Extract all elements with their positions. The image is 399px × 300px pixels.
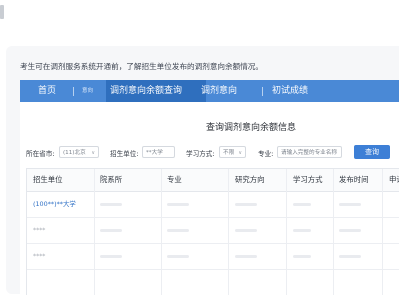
col-header-apply: 申请 [389,175,399,184]
nav-divider [73,87,74,96]
blurred-cell [100,203,122,206]
blurred-cell [293,255,311,258]
search-button[interactable]: 查询 [354,145,390,159]
blurred-cell [339,203,361,206]
col-header-major: 专业 [167,175,182,184]
table-row: **** [27,218,399,244]
blurred-cell [293,203,311,206]
top-edge-marker [0,5,4,19]
nav-balance-query[interactable]: 调剂意向余额查询 [110,80,182,102]
nav-initial-scores[interactable]: 初试成绩 [272,80,308,102]
unit-link[interactable]: (100**)**大学 [33,192,76,217]
blurred-cell [235,255,257,258]
blurred-cell [100,229,122,232]
table-row: **** [27,244,399,270]
blurred-cell [293,229,311,232]
nav-home[interactable]: 首页 [38,80,56,102]
top-nav: 首页 意向 调剂意向余额查询 调剂意向 初试成绩 [20,80,399,102]
col-header-publish-time: 发布时间 [339,175,369,184]
major-label: 专业: [258,150,274,158]
province-select[interactable]: (11)北京 ∨ [59,146,99,158]
mode-value: 不限 [223,150,235,156]
blurred-cell [167,255,189,258]
province-value: (11)北京 [63,150,86,156]
nav-intent[interactable]: 调剂意向 [201,80,237,102]
chevron-down-icon: ∨ [91,150,95,156]
panel-title: 查询调剂意向余额信息 [205,123,296,133]
blurred-cell [235,229,257,232]
intro-text: 考生可在调剂服务系统开通前，了解招生单位发布的调剂意向余额情况。 [20,62,263,71]
unit-label: 招生单位: [110,150,139,158]
blurred-cell [100,255,122,258]
blurred-cell [339,229,361,232]
blurred-cell [235,203,257,206]
unit-value: **大学 [146,150,163,156]
col-header-mode: 学习方式 [293,175,323,184]
unit-cell: **** [33,227,46,234]
table-header: 招生单位 院系所 专业 研究方向 学习方式 发布时间 申请 [27,169,399,192]
col-header-direction: 研究方向 [235,175,265,184]
col-header-department: 院系所 [100,175,123,184]
nav-intent-small[interactable]: 意向 [82,80,93,102]
col-header-unit: 招生单位 [33,175,63,184]
unit-cell: **** [33,253,46,260]
major-input[interactable]: 请输入完整的专业名称 [277,146,342,158]
chevron-down-icon: ∨ [238,150,242,156]
blurred-cell [167,229,189,232]
unit-input[interactable]: **大学 [142,146,175,158]
mode-label: 学习方式: [186,150,215,158]
table-row: (100**)**大学 [27,192,399,218]
nav-divider [262,87,263,96]
province-label: 所在省市: [26,150,55,158]
results-table: 招生单位 院系所 专业 研究方向 学习方式 发布时间 申请 (100**)**大… [26,168,399,295]
blurred-cell [339,255,361,258]
blurred-cell [167,203,189,206]
major-placeholder: 请输入完整的专业名称 [281,150,337,156]
mode-select[interactable]: 不限 ∨ [219,146,246,158]
